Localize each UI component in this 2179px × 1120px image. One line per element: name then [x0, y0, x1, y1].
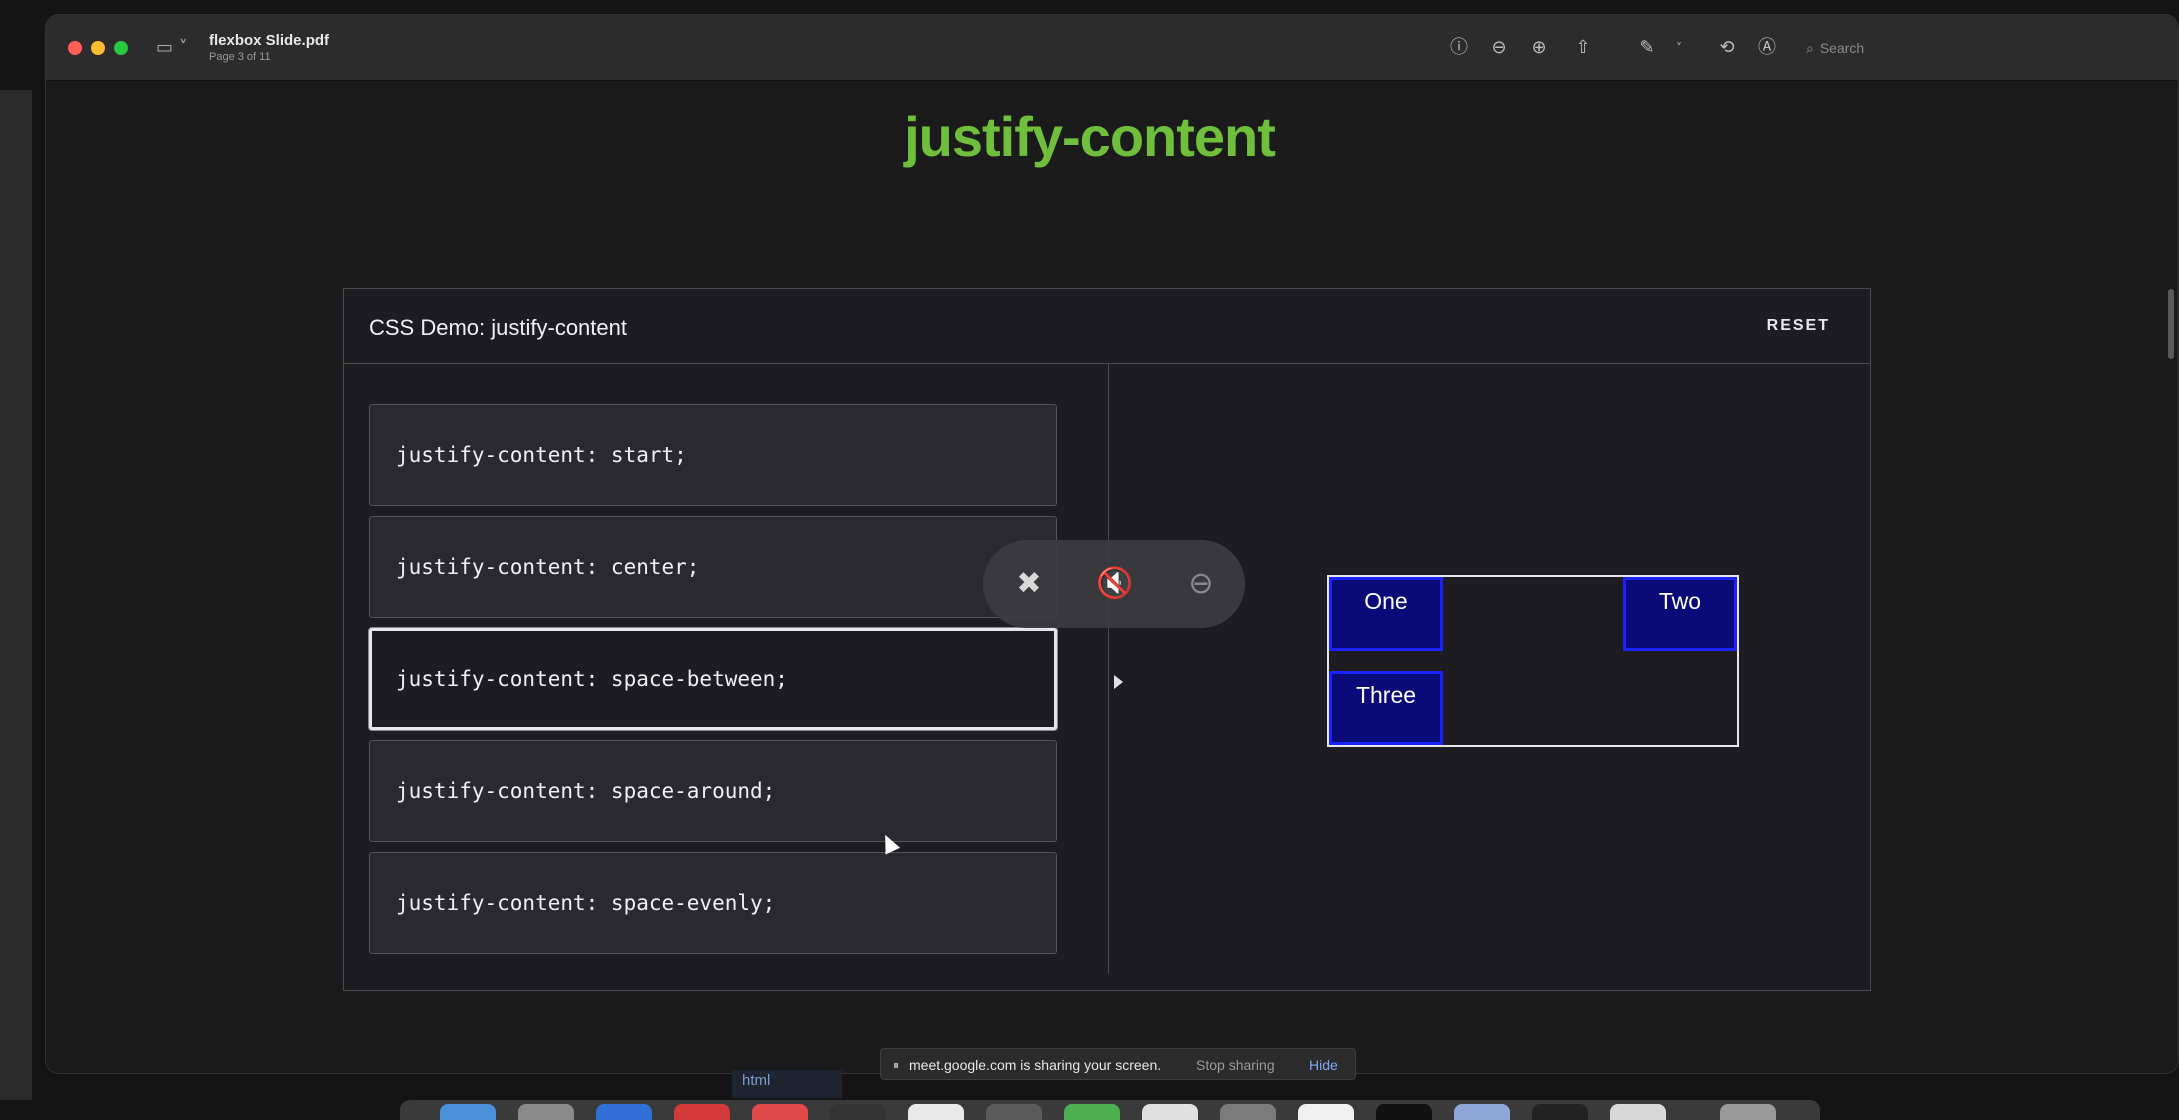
share-icon[interactable]: ⇧	[1570, 35, 1596, 61]
annotate-icon[interactable]: Ⓐ	[1754, 35, 1780, 61]
dock-app-icon[interactable]	[596, 1104, 652, 1120]
option-space-evenly[interactable]: justify-content: space-evenly;	[369, 852, 1057, 954]
chevron-down-icon[interactable]: ˅	[1666, 35, 1692, 61]
dock-app-icon[interactable]	[440, 1104, 496, 1120]
close-window-button[interactable]	[68, 41, 82, 55]
reset-button[interactable]: RESET	[1767, 317, 1830, 335]
dock-app-icon[interactable]	[1298, 1104, 1354, 1120]
screen-share-bar: ⏸ meet.google.com is sharing your screen…	[880, 1048, 1356, 1080]
slide-title: justify-content	[904, 105, 1276, 168]
flex-item-three: Three	[1329, 671, 1443, 745]
desktop: ▭ ˅ flexbox Slide.pdf Page 3 of 11 ⓘ ⊖ ⊕…	[0, 0, 2179, 1120]
dock-app-icon[interactable]	[518, 1104, 574, 1120]
option-start[interactable]: justify-content: start;	[369, 404, 1057, 506]
dock-app-icon[interactable]	[1376, 1104, 1432, 1120]
title-bar: ▭ ˅ flexbox Slide.pdf Page 3 of 11 ⓘ ⊖ ⊕…	[46, 15, 2178, 81]
dock-app-icon[interactable]	[1142, 1104, 1198, 1120]
dock-app-icon[interactable]	[986, 1104, 1042, 1120]
background-tab[interactable]: html	[732, 1070, 842, 1098]
dock-app-icon[interactable]	[674, 1104, 730, 1120]
zoom-out-icon[interactable]: ⊖	[1486, 35, 1512, 61]
dock-app-icon[interactable]	[1610, 1104, 1666, 1120]
document-title: flexbox Slide.pdf	[209, 32, 330, 49]
sidebar-toggle-icon[interactable]: ▭ ˅	[156, 37, 196, 59]
option-space-around[interactable]: justify-content: space-around;	[369, 740, 1057, 842]
dock-app-icon[interactable]	[1454, 1104, 1510, 1120]
vertical-scrollbar[interactable]	[2164, 81, 2178, 1073]
dock	[400, 1100, 1820, 1120]
rotate-icon[interactable]: ⟲	[1714, 35, 1740, 61]
markup-pen-icon[interactable]: ✎	[1634, 35, 1660, 61]
dock-app-icon[interactable]	[830, 1104, 886, 1120]
page-indicator: Page 3 of 11	[209, 51, 271, 63]
share-message: meet.google.com is sharing your screen.	[909, 1057, 1162, 1073]
dock-app-icon[interactable]	[1532, 1104, 1588, 1120]
selected-arrow-icon	[1114, 675, 1123, 689]
css-demo-panel: CSS Demo: justify-content RESET justify-…	[343, 288, 1871, 991]
mute-icon[interactable]: 🔇	[1093, 562, 1137, 606]
scroll-thumb[interactable]	[2168, 289, 2174, 359]
output-container: One Two Three	[1327, 575, 1739, 747]
background-window-edge	[0, 90, 32, 1100]
pause-icon: ⏸	[893, 1058, 900, 1072]
dock-app-icon[interactable]	[1064, 1104, 1120, 1120]
zoom-in-icon[interactable]: ⊕	[1526, 35, 1552, 61]
stop-sharing-button[interactable]: Stop sharing	[1196, 1049, 1275, 1081]
search-field[interactable]: ⌕ Search	[1798, 35, 2138, 61]
hide-button[interactable]: Hide	[1309, 1049, 1338, 1081]
search-icon: ⌕	[1806, 41, 1814, 57]
search-placeholder: Search	[1819, 40, 1865, 56]
unpin-icon[interactable]: ✖	[1007, 562, 1051, 606]
flex-item-one: One	[1329, 577, 1443, 651]
meet-controls-overlay: ✖ 🔇 ⊖	[983, 540, 1245, 628]
demo-header: CSS Demo: justify-content RESET	[344, 289, 1870, 364]
minimize-window-button[interactable]	[91, 41, 105, 55]
flex-item-two: Two	[1623, 577, 1737, 651]
panel-divider	[1108, 364, 1109, 974]
dock-app-icon[interactable]	[1720, 1104, 1776, 1120]
zoom-window-button[interactable]	[114, 41, 128, 55]
dock-app-icon[interactable]	[752, 1104, 808, 1120]
demo-title: CSS Demo: justify-content	[369, 315, 627, 340]
dock-app-icon[interactable]	[1220, 1104, 1276, 1120]
info-icon[interactable]: ⓘ	[1446, 35, 1472, 61]
dock-app-icon[interactable]	[908, 1104, 964, 1120]
remove-icon[interactable]: ⊖	[1179, 562, 1223, 606]
option-space-between[interactable]: justify-content: space-between;	[369, 628, 1057, 730]
option-center[interactable]: justify-content: center;	[369, 516, 1057, 618]
